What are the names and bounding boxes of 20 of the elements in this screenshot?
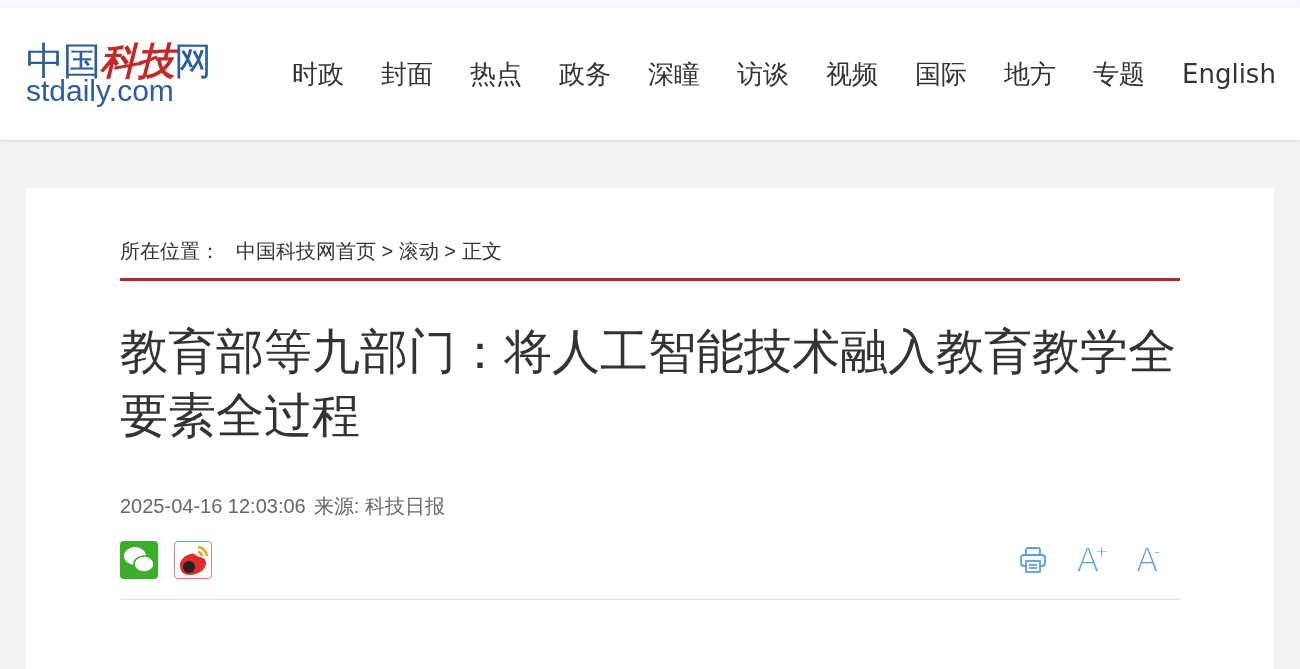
publish-date: 2025-04-16 12:03:06 [120, 494, 306, 519]
weibo-share-icon[interactable] [174, 541, 212, 579]
nav-link[interactable]: 地方 [1004, 54, 1056, 94]
article-title: 教育部等九部门：将人工智能技术融入教育教学全要素全过程 [120, 322, 1177, 445]
nav-link[interactable]: 专题 [1093, 54, 1145, 94]
nav-link[interactable]: 视频 [826, 54, 878, 94]
nav-link[interactable]: 国际 [915, 54, 967, 94]
article-source: 来源: 科技日报 [313, 494, 445, 519]
nav-link[interactable]: 时政 [292, 54, 344, 94]
chat-share-icon[interactable] [120, 541, 158, 579]
printer-icon [1018, 545, 1049, 575]
site-logo[interactable]: 中国科技网 stdaily.com [26, 42, 216, 106]
nav-link[interactable]: 热点 [470, 54, 522, 94]
breadcrumb-trail[interactable]: 中国科技网首页 > 滚动 > 正文 [236, 236, 502, 266]
nav-link[interactable]: 访谈 [737, 54, 789, 94]
breadcrumb-label: 所在位置： [120, 239, 220, 264]
nav-link[interactable]: 政务 [559, 54, 611, 94]
nav-link[interactable]: 封面 [381, 54, 433, 94]
nav-link[interactable]: 深瞳 [648, 54, 700, 94]
nav-link[interactable]: English [1182, 54, 1276, 94]
